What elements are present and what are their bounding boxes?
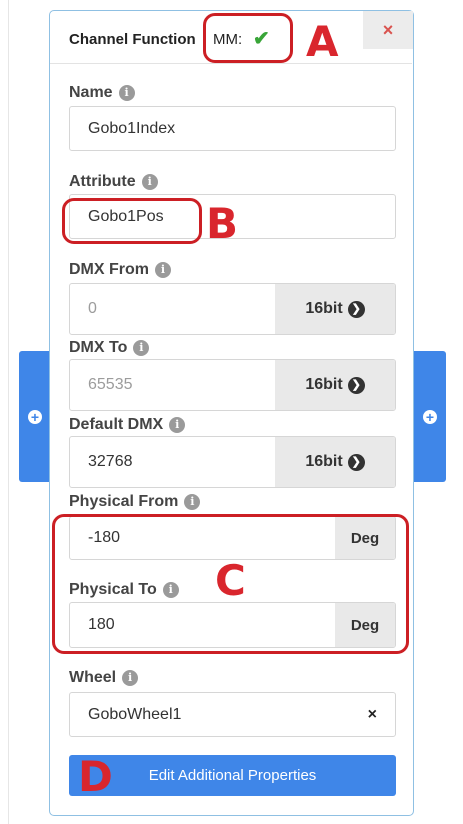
annotation-box-a [203, 13, 293, 63]
attribute-label-text: Attribute [69, 173, 136, 190]
close-button[interactable]: × [363, 11, 413, 49]
annotation-box-b [62, 198, 202, 244]
plus-circle-icon: + [28, 409, 42, 424]
name-label-text: Name [69, 84, 113, 101]
info-icon[interactable]: i [155, 262, 171, 278]
dmx-to-input[interactable]: 65535 16bit ❯ [69, 359, 396, 411]
name-value: Gobo1Index [88, 119, 176, 137]
physical-from-label-text: Physical From [69, 493, 179, 510]
annotation-letter-b: B [206, 199, 239, 248]
dmx-from-label-text: DMX From [69, 261, 149, 278]
channel-function-panel: Channel Function MM: ✔ × Name i Gobo1Ind… [49, 10, 414, 816]
info-icon[interactable]: i [118, 85, 135, 101]
info-icon[interactable]: i [122, 670, 139, 686]
attribute-label: Attribute i [69, 173, 158, 191]
add-right-tab[interactable]: + [414, 351, 446, 482]
bit-mode-label: 16bit [305, 376, 343, 393]
plus-circle-icon: + [423, 409, 437, 424]
page-guide-line [8, 0, 9, 824]
annotation-letter-d: D [78, 752, 113, 801]
default-dmx-label: Default DMX i [69, 416, 186, 434]
add-left-tab[interactable]: + [19, 351, 51, 482]
panel-title: Channel Function [69, 31, 196, 48]
info-icon[interactable]: i [141, 174, 158, 190]
default-dmx-bit-toggle[interactable]: 16bit ❯ [275, 437, 395, 487]
wheel-select[interactable]: GoboWheel1 × [69, 692, 396, 737]
bit-mode-label: 16bit [305, 300, 343, 317]
default-dmx-label-text: Default DMX [69, 416, 164, 433]
dmx-to-label: DMX To i [69, 339, 150, 357]
clear-icon[interactable]: × [368, 693, 377, 736]
info-icon[interactable]: i [184, 494, 201, 510]
chevron-right-circle-icon: ❯ [347, 453, 365, 471]
wheel-label: Wheel i [69, 669, 139, 687]
dmx-from-label: DMX From i [69, 261, 171, 279]
name-label: Name i [69, 84, 135, 102]
default-dmx-input[interactable]: 32768 16bit ❯ [69, 436, 396, 488]
annotation-letter-a: A [306, 17, 339, 66]
dmx-to-label-text: DMX To [69, 339, 128, 356]
edit-additional-properties-button[interactable]: Edit Additional Properties [69, 755, 396, 796]
dmx-from-bit-toggle[interactable]: 16bit ❯ [275, 284, 395, 334]
physical-from-label: Physical From i [69, 493, 201, 511]
annotation-letter-c: C [215, 556, 246, 605]
wheel-value: GoboWheel1 [88, 705, 182, 723]
chevron-right-circle-icon: ❯ [347, 376, 365, 394]
dmx-to-bit-toggle[interactable]: 16bit ❯ [275, 360, 395, 410]
chevron-right-circle-icon: ❯ [347, 300, 365, 318]
wheel-label-text: Wheel [69, 669, 117, 686]
dmx-from-placeholder: 0 [88, 300, 97, 317]
info-icon[interactable]: i [169, 417, 186, 433]
name-input[interactable]: Gobo1Index [69, 106, 396, 151]
default-dmx-value: 32768 [88, 453, 133, 470]
dmx-from-input[interactable]: 0 16bit ❯ [69, 283, 396, 335]
dmx-to-placeholder: 65535 [88, 376, 133, 393]
bit-mode-label: 16bit [305, 453, 343, 470]
info-icon[interactable]: i [133, 340, 150, 356]
